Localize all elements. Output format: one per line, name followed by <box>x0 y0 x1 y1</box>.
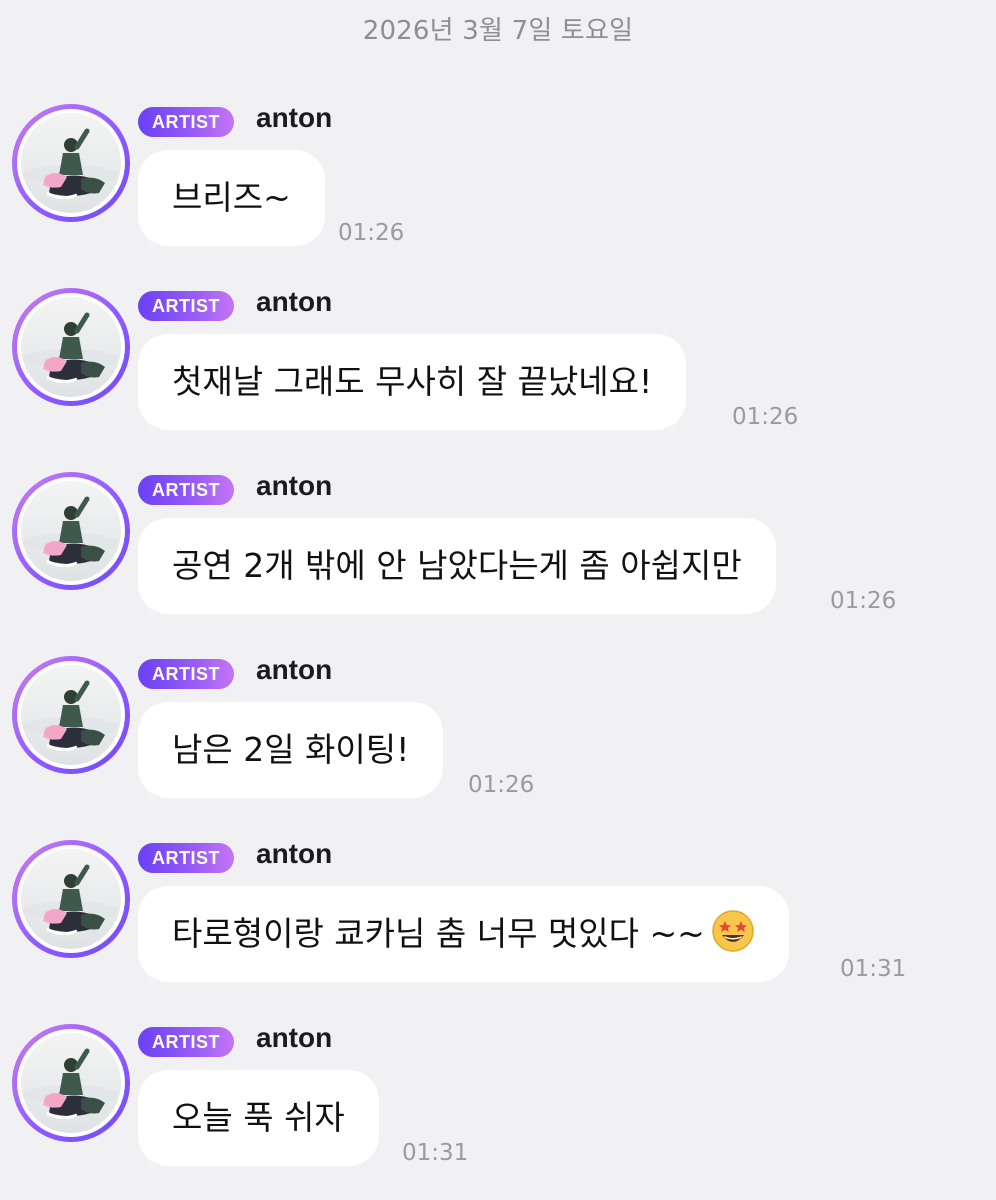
avatar[interactable] <box>12 104 130 222</box>
sender-name: anton <box>256 102 333 133</box>
message-row: ARTIST anton 공연 2개 밖에 안 남았다는게 좀 아쉽지만 01:… <box>0 470 996 622</box>
date-divider: 2026년 3월 7일 토요일 <box>362 16 634 46</box>
message-bubble[interactable]: 공연 2개 밖에 안 남았다는게 좀 아쉽지만 <box>138 518 776 614</box>
message-time: 01:26 <box>338 220 405 246</box>
sender-name: anton <box>256 838 333 869</box>
message-time: 01:26 <box>468 772 535 798</box>
artist-badge: ARTIST <box>138 107 234 137</box>
message-row: ARTIST anton 첫재날 그래도 무사히 잘 끝났네요! 01:26 <box>0 286 996 438</box>
artist-badge: ARTIST <box>138 291 234 321</box>
message-bubble[interactable]: 오늘 푹 쉬자 <box>138 1070 379 1166</box>
avatar-photo <box>21 1033 121 1133</box>
message-time: 01:26 <box>830 588 897 614</box>
message-row: ARTIST anton 타로형이랑 쿄카님 춤 너무 멋있다 ~~ 01:31 <box>0 838 996 990</box>
artist-badge: ARTIST <box>138 1027 234 1057</box>
message-bubble[interactable]: 타로형이랑 쿄카님 춤 너무 멋있다 ~~ <box>138 886 789 982</box>
chat-screen: 2026년 3월 7일 토요일 ARTIST anton 브리즈~ 01:26 … <box>0 0 996 1200</box>
message-text: 오늘 푹 쉬자 <box>172 1098 345 1137</box>
artist-badge: ARTIST <box>138 475 234 505</box>
artist-badge: ARTIST <box>138 659 234 689</box>
sender-name: anton <box>256 1022 333 1053</box>
artist-badge: ARTIST <box>138 843 234 873</box>
avatar-photo <box>21 113 121 213</box>
message-row: ARTIST anton 남은 2일 화이팅! 01:26 <box>0 654 996 806</box>
message-text: 남은 2일 화이팅! <box>172 730 410 769</box>
message-time: 01:26 <box>732 404 799 430</box>
avatar-photo <box>21 297 121 397</box>
avatar[interactable] <box>12 656 130 774</box>
message-time: 01:31 <box>840 956 907 982</box>
message-time: 01:31 <box>402 1140 469 1166</box>
sender-name: anton <box>256 470 333 501</box>
message-row: ARTIST anton 오늘 푹 쉬자 01:31 <box>0 1022 996 1174</box>
avatar[interactable] <box>12 472 130 590</box>
message-text: 브리즈~ <box>172 178 291 217</box>
avatar-photo <box>21 849 121 949</box>
avatar[interactable] <box>12 288 130 406</box>
message-text: 첫재날 그래도 무사히 잘 끝났네요! <box>172 362 653 401</box>
sender-name: anton <box>256 286 333 317</box>
avatar-photo <box>21 481 121 581</box>
avatar-photo <box>21 665 121 765</box>
message-row: ARTIST anton 브리즈~ 01:26 <box>0 102 996 254</box>
star-struck-emoji-icon <box>711 894 755 952</box>
message-bubble[interactable]: 남은 2일 화이팅! <box>138 702 444 798</box>
message-text: 공연 2개 밖에 안 남았다는게 좀 아쉽지만 <box>172 546 742 585</box>
message-bubble[interactable]: 첫재날 그래도 무사히 잘 끝났네요! <box>138 334 687 430</box>
sender-name: anton <box>256 654 333 685</box>
message-bubble[interactable]: 브리즈~ <box>138 150 325 246</box>
avatar[interactable] <box>12 1024 130 1142</box>
avatar[interactable] <box>12 840 130 958</box>
message-text: 타로형이랑 쿄카님 춤 너무 멋있다 ~~ <box>172 914 705 953</box>
